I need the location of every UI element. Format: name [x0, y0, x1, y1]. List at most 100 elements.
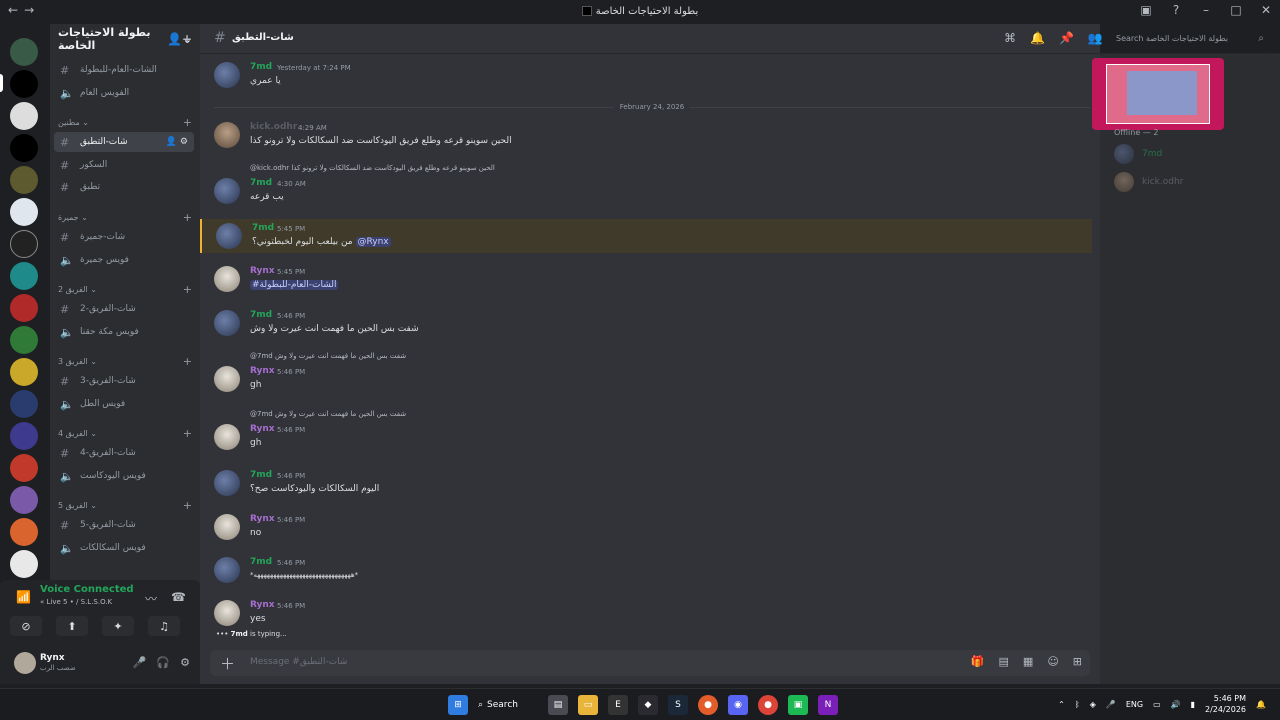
- stream-preview[interactable]: [1092, 58, 1224, 130]
- voice-channel-sub[interactable]: « Live 5 • / S.L.S.O.K: [40, 598, 112, 606]
- message-author[interactable]: kick.odhr: [250, 122, 297, 132]
- avatar[interactable]: [214, 366, 240, 392]
- avatar[interactable]: [214, 600, 240, 626]
- message-author[interactable]: Rynx: [250, 366, 275, 376]
- language-indicator[interactable]: ENG: [1126, 700, 1143, 709]
- gift-icon[interactable]: 🎁: [971, 655, 985, 668]
- channel-item[interactable]: 🔈 فويس الطل: [54, 394, 194, 414]
- avatar[interactable]: [214, 122, 240, 148]
- add-channel-icon[interactable]: +: [183, 116, 192, 129]
- gif-icon[interactable]: ▤: [999, 655, 1009, 668]
- add-channel-icon[interactable]: +: [183, 283, 192, 296]
- server-icon-12[interactable]: [10, 390, 38, 418]
- avatar[interactable]: [214, 62, 240, 88]
- camera-off-button[interactable]: ⊘: [10, 616, 42, 636]
- signal-icon[interactable]: 📶: [16, 590, 31, 604]
- channel-item[interactable]: 🔈 فويس مكة حقنا: [54, 322, 194, 342]
- speaker-icon[interactable]: 🔊: [1171, 700, 1181, 709]
- channel-item[interactable]: # شات-الفريق-2: [54, 299, 194, 319]
- server-icon-13[interactable]: [10, 422, 38, 450]
- server-icon-1[interactable]: [10, 38, 38, 66]
- taskbar-search[interactable]: ⌕ Search: [478, 695, 538, 715]
- channel-item[interactable]: # السكور: [54, 155, 194, 175]
- notification-bell-icon[interactable]: 🔔: [1256, 700, 1266, 709]
- channel-item[interactable]: # شات-الفريق-3: [54, 371, 194, 391]
- message-author[interactable]: Rynx: [250, 600, 275, 610]
- category-header[interactable]: الفريق 5 ⌄ +: [58, 499, 194, 512]
- network-icon[interactable]: ◈: [1090, 700, 1096, 709]
- add-channel-icon[interactable]: +: [183, 211, 192, 224]
- message-author[interactable]: 7md: [250, 470, 272, 480]
- screen-share-button[interactable]: ⬆: [56, 616, 88, 636]
- apps-icon[interactable]: ⊞: [1073, 655, 1082, 668]
- activities-button[interactable]: ✦: [102, 616, 134, 636]
- server-icon-15[interactable]: [10, 486, 38, 514]
- server-icon-9[interactable]: [10, 294, 38, 322]
- channel-item[interactable]: 🔈 فويس السكالكات: [54, 538, 194, 558]
- battery-icon[interactable]: ▮: [1191, 700, 1195, 709]
- add-member-icon[interactable]: 👤+: [167, 32, 192, 46]
- message-author[interactable]: Rynx: [250, 514, 275, 524]
- unity-icon[interactable]: ◆: [638, 695, 658, 715]
- server-icon-10[interactable]: [10, 326, 38, 354]
- category-header[interactable]: جميرة ⌄ +: [58, 211, 194, 224]
- microphone-icon[interactable]: 🎤: [1106, 700, 1116, 709]
- reply-preview[interactable]: @7md شفت بس الحين ما فهمت انت عيرت ولا و…: [250, 410, 406, 418]
- avatar[interactable]: [214, 557, 240, 583]
- gear-icon[interactable]: ⚙: [180, 656, 190, 669]
- chevron-up-icon[interactable]: ⌃: [1058, 700, 1065, 709]
- message-author[interactable]: 7md: [252, 223, 274, 233]
- server-icon-17[interactable]: [10, 550, 38, 578]
- search-input[interactable]: Search بطولة الاحتياجات الخاصة ⌕: [1110, 29, 1270, 49]
- member-item[interactable]: 7md: [1114, 144, 1162, 164]
- server-icon-16[interactable]: [10, 518, 38, 546]
- discord-icon[interactable]: ◉: [728, 695, 748, 715]
- channel-item[interactable]: # شات-الفريق-4: [54, 443, 194, 463]
- avatar[interactable]: [214, 266, 240, 292]
- message-author[interactable]: 7md: [250, 310, 272, 320]
- avatar[interactable]: [214, 178, 240, 204]
- category-header[interactable]: مطنين ⌄ +: [58, 116, 194, 129]
- server-icon-5[interactable]: [10, 166, 38, 194]
- server-icon-2[interactable]: [10, 70, 38, 98]
- steam-icon[interactable]: S: [668, 695, 688, 715]
- server-icon-11[interactable]: [10, 358, 38, 386]
- microphone-icon[interactable]: 🎤: [133, 656, 147, 669]
- member-item[interactable]: kick.odhr: [1114, 172, 1183, 192]
- reply-preview[interactable]: @kick.odhr الحين سوينو قرعه وطلع فريق ال…: [250, 164, 495, 172]
- member-list-icon[interactable]: 👥: [1088, 31, 1103, 45]
- inbox-icon[interactable]: ▣: [1138, 3, 1154, 17]
- channel-item[interactable]: 🔈 الفويس العام: [54, 83, 194, 103]
- add-channel-icon[interactable]: +: [183, 427, 192, 440]
- server-icon-7[interactable]: [10, 230, 38, 258]
- bell-icon[interactable]: 🔔: [1030, 31, 1045, 45]
- windows-start-icon[interactable]: ⊞: [448, 695, 468, 715]
- server-icon-4[interactable]: [10, 134, 38, 162]
- message-author[interactable]: 7md: [250, 557, 272, 567]
- channel-item[interactable]: # الشات-العام-للبطولة: [54, 60, 194, 80]
- noise-suppression-icon[interactable]: 〰: [145, 590, 157, 607]
- emoji-icon[interactable]: ☺: [1047, 655, 1058, 668]
- category-header[interactable]: الفريق 2 ⌄ +: [58, 283, 194, 296]
- firefox-icon[interactable]: ●: [698, 695, 718, 715]
- clock[interactable]: 5:46 PM 2/24/2026: [1205, 693, 1246, 715]
- avatar[interactable]: [214, 514, 240, 540]
- channel-item[interactable]: # شات-الفريق-5: [54, 515, 194, 535]
- message-author[interactable]: Rynx: [250, 266, 275, 276]
- message-composer[interactable]: ＋ Message #شات-التطبق 🎁 ▤ ▦ ☺ ⊞: [210, 650, 1090, 676]
- server-icon-14[interactable]: [10, 454, 38, 482]
- pin-icon[interactable]: 📌: [1059, 31, 1074, 45]
- user-mention[interactable]: @Rynx: [355, 237, 391, 247]
- message-author[interactable]: 7md: [250, 62, 272, 72]
- category-header[interactable]: الفريق 3 ⌄ +: [58, 355, 194, 368]
- channel-item[interactable]: 🔈 فويس جميرة: [54, 250, 194, 270]
- channel-item[interactable]: 🔈 فويس اليودكاست: [54, 466, 194, 486]
- app-icon[interactable]: ▣: [788, 695, 808, 715]
- maximize-icon[interactable]: □: [1228, 3, 1244, 17]
- server-icon-3[interactable]: [10, 102, 38, 130]
- guild-header[interactable]: بطولة الاحتياجات الخاصة ⌄ 👤+: [50, 24, 200, 54]
- close-icon[interactable]: ✕: [1258, 3, 1274, 17]
- channel-item[interactable]: # تطبق: [54, 177, 194, 197]
- reply-preview[interactable]: @7md شفت بس الحين ما فهمت انت عيرت ولا و…: [250, 352, 406, 360]
- epic-games-icon[interactable]: E: [608, 695, 628, 715]
